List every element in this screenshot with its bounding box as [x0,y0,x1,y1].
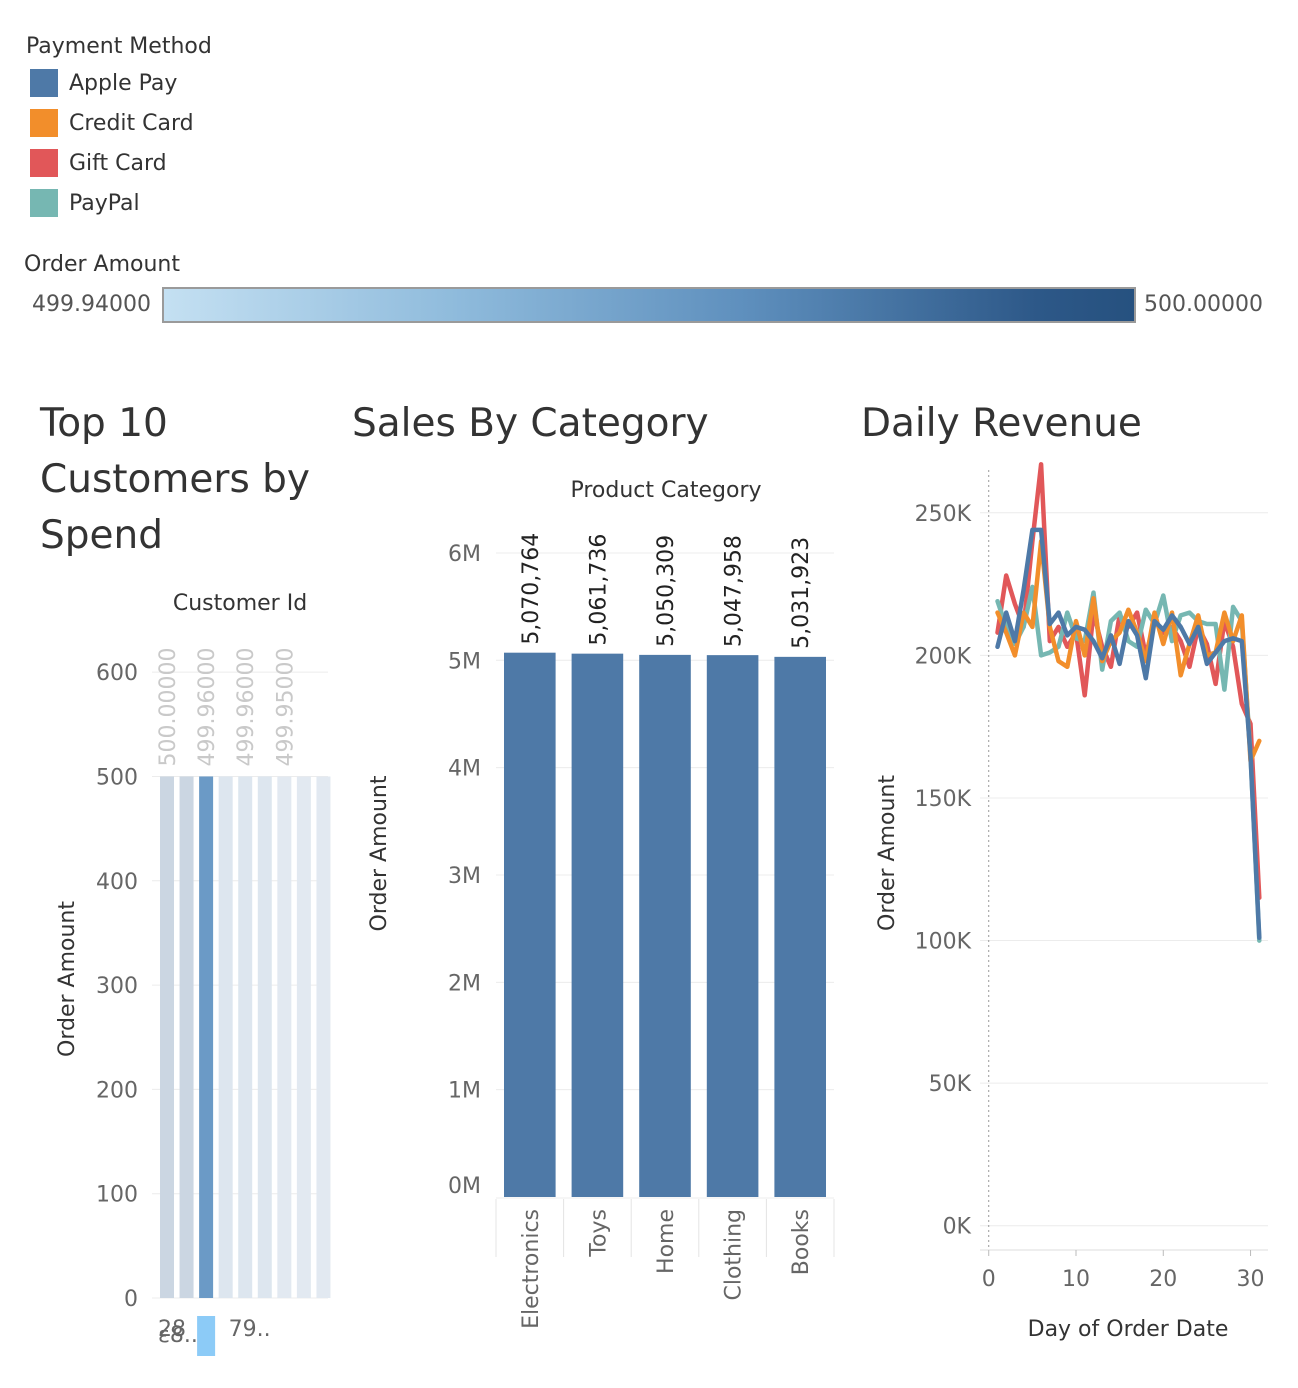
category-y-tick-label: 2M [448,971,481,996]
category-bar-data-label: 5,050,309 [654,535,679,647]
order-amount-legend-title: Order Amount [24,252,180,277]
daily-y-tick-label: 250K [915,502,972,527]
category-bar [571,653,624,1197]
daily-y-tick-label: 100K [915,930,972,955]
category-bar [774,656,826,1197]
legend-swatch-paypal [30,189,58,217]
customer-x-tick-label: ε8.. [158,1323,198,1348]
category-bar-chart: Product Category 0M 1M 2M 3M 4M 5M 6M Order Amou… [367,478,835,1329]
daily-y-tick-label: 200K [915,644,972,669]
customer-bar-data-label: 499.96000 [195,647,220,766]
customer-bar [257,776,272,1298]
customer-bar [238,776,253,1298]
legend-swatch-gift-card [30,149,58,177]
category-y-tick-label: 3M [448,864,481,889]
legend-swatch-credit-card [30,109,58,137]
category-chart-title: Sales By Category [352,401,709,446]
category-bar-data-label: 5,047,958 [722,535,747,647]
category-x-axis-title: Product Category [570,478,761,503]
category-y-tick-label: 1M [448,1079,481,1104]
order-amount-gradient-bar [162,287,1136,323]
category-bar-data-label: 5,061,736 [586,534,611,646]
customer-bar [199,776,214,1298]
daily-y-tick-label: 150K [915,787,972,812]
customers-y-tick-label: 100 [96,1183,138,1208]
legend-label-apple-pay: Apple Pay [69,70,178,96]
customers-y-tick-label: 400 [96,870,138,895]
daily-x-axis-title: Day of Order Date [1028,1317,1229,1342]
category-y-tick-label: 6M [448,542,481,567]
legend-item-gift-card[interactable]: Gift Card [30,149,167,177]
category-bar-data-label: 5,031,923 [789,537,814,649]
customer-bar-data-label: 499.95000 [273,648,298,767]
customer-bar-data-label: 500.00000 [156,647,181,766]
customers-x-axis-title: Customer Id [173,591,307,616]
legend-item-apple-pay[interactable]: Apple Pay [30,69,177,97]
daily-y-tick-label: 50K [929,1072,972,1097]
gradient-max-label: 500.00000 [1144,292,1263,317]
customers-bar-chart: Customer Id 0 100 200 300 400 500 600 Order Amou… [55,591,331,1356]
customer-bar [296,776,311,1298]
daily-revenue-line-chart: 0K 50K 100K 150K 200K 250K 0 10 20 30 Day of Order… [875,462,1268,1342]
category-bar-data-label: 5,070,764 [519,533,544,645]
customer-bar [218,776,233,1298]
category-y-tick-label: 5M [448,649,481,674]
daily-x-tick-label: 30 [1237,1267,1265,1292]
customer-bar [316,776,331,1298]
daily-x-tick-label: 20 [1149,1267,1177,1292]
customers-y-axis-title: Order Amount [55,901,80,1057]
category-y-axis-title: Order Amount [367,775,392,931]
legend-item-credit-card[interactable]: Credit Card [30,109,194,137]
customers-y-tick-label: 0 [124,1287,138,1312]
category-x-tick-label: Toys [586,1209,611,1258]
customer-bar-data-label: 499.96000 [234,648,259,767]
legend-label-paypal: PayPal [69,190,140,216]
customer-bar [160,776,174,1298]
category-bar [504,652,556,1197]
customer-x-tick-label: 79.. [229,1317,271,1342]
daily-x-tick-label: 10 [1062,1267,1090,1292]
customers-chart-title: Top 10 Customers by Spend [40,401,310,558]
payment-method-legend-title: Payment Method [26,34,212,59]
daily-y-tick-label: 0K [943,1215,972,1240]
category-y-tick-label: 4M [448,757,481,782]
customer-bar [179,776,194,1298]
category-x-tick-label: Books [789,1209,814,1275]
daily-x-tick-label: 0 [982,1267,996,1292]
daily-chart-title: Daily Revenue [861,401,1142,446]
daily-y-axis-title: Order Amount [875,775,900,931]
category-x-tick-label: Home [654,1209,679,1274]
category-y-tick-label: 0M [448,1174,481,1199]
category-bar [639,654,691,1197]
customers-y-tick-label: 600 [96,661,138,686]
customer-bar [277,776,292,1298]
legend-label-gift-card: Gift Card [69,150,167,176]
legend-label-credit-card: Credit Card [69,110,194,136]
category-x-tick-label: Electronics [519,1209,544,1329]
category-bar [706,655,759,1197]
customer-selected-tick-highlight [197,1316,216,1356]
customers-y-tick-label: 200 [96,1078,138,1103]
gradient-min-label: 499.94000 [32,292,151,317]
category-x-tick-label: Clothing [722,1209,747,1301]
legend-item-paypal[interactable]: PayPal [30,189,140,217]
legend-swatch-apple-pay [30,69,58,97]
customers-y-tick-label: 500 [96,765,138,790]
customers-y-tick-label: 300 [96,974,138,999]
